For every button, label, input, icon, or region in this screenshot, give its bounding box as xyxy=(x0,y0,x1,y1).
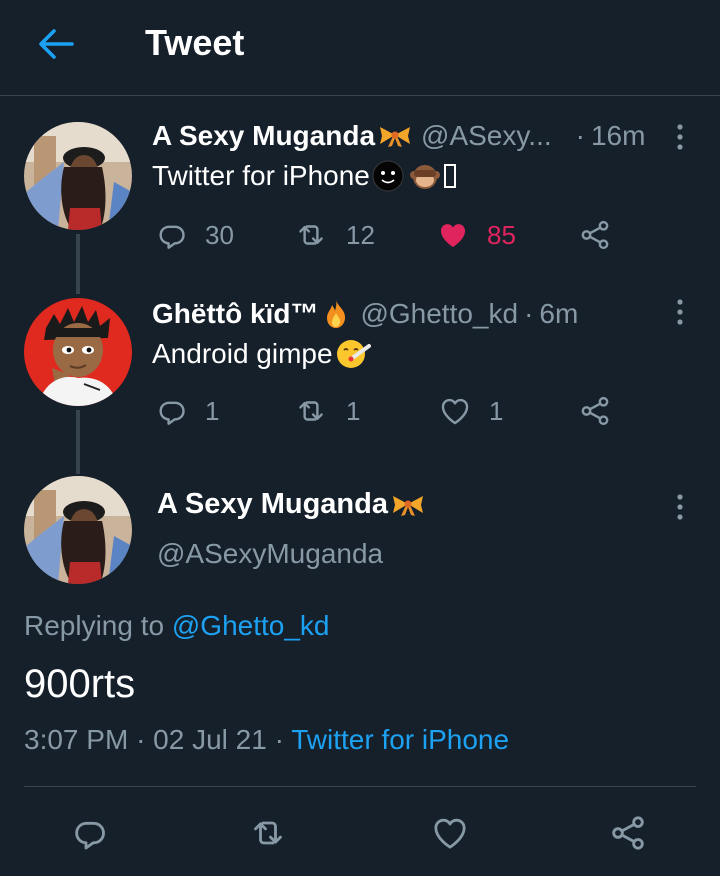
reply-icon[interactable] xyxy=(70,813,110,853)
replying-prefix: Replying to xyxy=(24,610,165,641)
tweet-source[interactable]: Twitter for iPhone xyxy=(291,724,509,755)
monkey-emoji-icon xyxy=(409,165,440,189)
tweet-time: 6m xyxy=(539,298,579,329)
share-icon[interactable] xyxy=(608,813,648,853)
bow-emoji-icon xyxy=(390,493,426,517)
tweet-time: 16m xyxy=(590,120,646,151)
thermometer-face-emoji-icon xyxy=(336,340,371,368)
unsupported-glyph xyxy=(443,164,456,188)
tweet-text-content: Twitter for iPhone xyxy=(152,160,370,191)
reply-icon xyxy=(155,394,189,428)
reply-icon xyxy=(155,218,189,252)
reply-button[interactable]: 30 xyxy=(155,218,234,252)
like-button[interactable]: 1 xyxy=(437,394,503,428)
thread-line xyxy=(76,234,80,294)
like-icon xyxy=(437,394,473,428)
retweet-icon xyxy=(292,218,330,252)
author-handle[interactable]: @ASexy... xyxy=(421,120,552,152)
separator-dot: · xyxy=(274,724,284,755)
thread-line xyxy=(76,410,80,474)
share-icon xyxy=(578,218,612,252)
tweet-text-content: Android gimpe xyxy=(152,338,333,369)
bottom-action-bar xyxy=(0,787,720,876)
separator-dot: · xyxy=(136,724,146,755)
reply-button[interactable]: 1 xyxy=(155,394,219,428)
tweet-time: 3:07 PM xyxy=(24,724,129,755)
retweet-icon[interactable] xyxy=(248,813,288,853)
tweet-date: 02 Jul 21 xyxy=(153,724,267,755)
like-count: 85 xyxy=(487,219,516,250)
reply-count: 1 xyxy=(205,395,220,426)
author-name[interactable]: A Sexy Muganda xyxy=(152,120,375,152)
replying-to-mention[interactable]: @Ghetto_kd xyxy=(172,610,330,641)
author-handle[interactable]: @Ghetto_kd xyxy=(360,298,518,330)
like-button[interactable]: 85 xyxy=(435,218,516,252)
main-tweet-text: 900rts xyxy=(24,662,136,706)
separator-dot: · xyxy=(524,298,534,329)
retweet-count: 12 xyxy=(346,219,375,250)
tweet-meta: 3:07 PM · 02 Jul 21 · Twitter for iPhone xyxy=(24,724,509,756)
main-author-name-row: A Sexy Muganda xyxy=(157,488,426,521)
page-title: Tweet xyxy=(145,22,245,63)
face-emoji-icon xyxy=(372,160,404,192)
tweet-header: Ghëttô kïd™ @Ghetto_kd · 6m xyxy=(152,298,578,330)
back-arrow-icon[interactable] xyxy=(36,26,76,62)
like-icon[interactable] xyxy=(430,813,470,853)
avatar[interactable] xyxy=(24,476,132,584)
top-bar: Tweet xyxy=(0,0,720,96)
like-count: 1 xyxy=(489,395,504,426)
more-icon[interactable] xyxy=(672,297,688,327)
more-icon[interactable] xyxy=(672,122,688,152)
retweet-button[interactable]: 1 xyxy=(292,394,360,428)
retweet-icon xyxy=(292,394,330,428)
tweet-text: Android gimpe xyxy=(152,338,371,370)
retweet-count: 1 xyxy=(346,395,361,426)
author-name[interactable]: A Sexy Muganda xyxy=(157,488,388,521)
avatar[interactable] xyxy=(24,122,132,230)
tweet-actions: 30 12 85 xyxy=(155,218,625,252)
like-icon xyxy=(435,218,471,252)
author-handle[interactable]: @ASexyMuganda xyxy=(157,538,383,570)
retweet-button[interactable]: 12 xyxy=(292,218,375,252)
replying-to-line: Replying to @Ghetto_kd xyxy=(24,610,330,642)
avatar[interactable] xyxy=(24,298,132,406)
author-name[interactable]: Ghëttô kïd™ xyxy=(152,298,318,330)
tweet-text: Twitter for iPhone xyxy=(152,160,456,192)
more-icon[interactable] xyxy=(672,492,688,522)
bow-emoji-icon xyxy=(377,124,413,148)
share-button[interactable] xyxy=(578,218,612,252)
tweet-actions: 1 1 1 xyxy=(155,394,625,428)
fire-emoji-icon xyxy=(327,300,346,328)
share-button[interactable] xyxy=(578,394,612,428)
share-icon xyxy=(578,394,612,428)
separator-dot: · xyxy=(575,120,585,151)
tweet-header: A Sexy Muganda @ASexy... · 16m xyxy=(152,120,645,152)
reply-count: 30 xyxy=(205,219,234,250)
